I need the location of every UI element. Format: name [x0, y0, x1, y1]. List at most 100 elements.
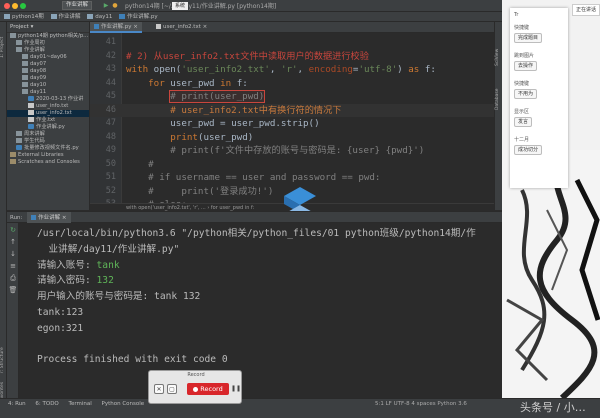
tree-item[interactable]: user_info.txt [7, 103, 89, 110]
recorder-window-icon[interactable]: ▢ [167, 384, 177, 394]
breadcrumb-item[interactable]: python14期 [4, 12, 44, 22]
record-button[interactable]: Record [187, 383, 229, 395]
code-text: user_pwd = user_pwd.strip() [170, 118, 320, 129]
tree-root[interactable]: python14期 python相关/p... [7, 33, 89, 40]
terminal-tool-window-button[interactable]: Terminal [69, 399, 92, 409]
code-line: 47 user_pwd = user_pwd.strip() [90, 117, 502, 131]
tree-item-label: 作业讲解.py [36, 124, 65, 130]
popup-action-button[interactable]: 完成题目 [514, 33, 543, 43]
console-line: /usr/local/bin/python3.6 "/python相关/pyth… [37, 228, 476, 239]
folder-icon [16, 47, 22, 52]
maximize-window-icon[interactable] [20, 3, 26, 9]
minimize-window-icon[interactable] [12, 3, 18, 9]
tree-item[interactable]: 作业.txt [7, 117, 89, 124]
left-tool-strip: 1: Project 7: Structure 2: Favorites [0, 22, 7, 408]
tree-item[interactable]: External Libraries [7, 152, 89, 159]
folder-icon [4, 14, 10, 19]
todo-tool-window-button[interactable]: 6: TODO [35, 399, 58, 409]
line-number: 48 [105, 131, 116, 142]
tree-item[interactable]: day07 [7, 61, 89, 68]
console-lines: /usr/local/bin/python3.6 "/python相关/pyth… [37, 226, 502, 368]
folder-icon [16, 131, 22, 136]
run-configuration-select[interactable]: 作业讲解 [62, 1, 93, 10]
tree-item[interactable]: 作业讲解 [7, 47, 89, 54]
code-line: 50 # [90, 158, 502, 172]
code-line: 43 with open('user_info2.txt', 'r', encod… [90, 63, 502, 77]
code-line: 45 # print(user_pwd) [90, 90, 502, 104]
popup-section-label: 快捷键 [514, 81, 530, 87]
tree-item[interactable]: 周末讲解 [7, 131, 89, 138]
breadcrumb-item[interactable]: 作业讲解 [50, 12, 81, 22]
soft-wrap-icon[interactable]: ≡ [8, 261, 18, 271]
text-file-icon [28, 110, 34, 115]
python-file-icon [119, 14, 126, 19]
debug-icon[interactable]: ● [111, 2, 119, 10]
tree-item[interactable]: day11 [7, 89, 89, 96]
project-panel-header[interactable]: Project ▾ [7, 22, 89, 33]
run-icon[interactable]: ▶ [102, 2, 110, 10]
structure-tool-window-button[interactable]: 7: Structure [0, 344, 7, 374]
run-console-output[interactable]: /usr/local/bin/python3.6 "/python相关/pyth… [19, 223, 502, 398]
tree-item-label: 学生代码 [24, 138, 45, 144]
project-tool-window-button[interactable]: 1: Project [0, 28, 7, 58]
scroll-down-icon[interactable]: ↓ [8, 249, 18, 259]
project-tree: 作业周初 作业讲解 day01~day06 day07 day08 day09 day10 d… [7, 40, 89, 166]
tree-item[interactable]: day01~day06 [7, 54, 89, 61]
tree-item[interactable]: user_info2.txt [7, 110, 89, 117]
code-text: # print(f'文件中存放的账号与密码是: {user} {pwd}') [170, 145, 425, 156]
popup-action-button[interactable]: 不用为 [514, 89, 538, 99]
window-badge: 系统 [172, 2, 189, 10]
text-file-icon [28, 103, 34, 108]
tree-item-label: 批量修改视频文件名.py [24, 145, 79, 151]
code-text: # if username == user and password == pw… [148, 172, 381, 183]
recorder-region-icon[interactable]: ✕ [154, 384, 164, 394]
breadcrumb-item[interactable]: day11 [87, 12, 112, 22]
screen-recorder-widget: Record ✕ ▢ Record ❚❚ [148, 370, 242, 404]
popup-section-label: 十二月 [514, 137, 530, 143]
library-icon [10, 152, 16, 157]
rerun-icon[interactable]: ↻ [8, 225, 18, 235]
library-icon [10, 159, 16, 164]
tree-item[interactable]: day10 [7, 82, 89, 89]
print-icon[interactable]: ⎙ [8, 273, 18, 283]
folder-icon [22, 82, 28, 87]
pause-icon[interactable]: ❚❚ [231, 384, 241, 394]
tree-item[interactable]: 批量修改视频文件名.py [7, 145, 89, 152]
tree-item[interactable]: 作业周初 [7, 40, 89, 47]
popup-section-label: 跳到图片 [514, 53, 535, 59]
popup-action-button[interactable]: 发言 [514, 117, 533, 127]
run-toolbar: ↻ ↑ ↓ ≡ ⎙ 🗑 [7, 223, 19, 398]
python-file-icon [28, 124, 34, 129]
tab-user-info2-txt[interactable]: user_info2.txt × [152, 22, 211, 33]
run-tool-window-button[interactable]: 4: Run [8, 399, 26, 409]
tree-item[interactable]: 2020-03-13 作业讲 [7, 96, 89, 103]
code-editor[interactable]: 41 42 # 2) 从user_info2.txt文件中读取用户的数据进行校验 43… [90, 33, 502, 203]
python-file-icon [94, 24, 99, 29]
popup-action-button[interactable]: 成功切分 [514, 145, 543, 155]
text-file-icon [28, 117, 34, 122]
tree-item[interactable]: Scratches and Consoles [7, 159, 89, 166]
code-text: # 2) 从user_info2.txt文件中读取用户的数据进行校验 [126, 50, 369, 62]
console-line: 请输入密码: 132 [37, 275, 114, 287]
tree-item-label: 作业讲解 [24, 47, 45, 53]
tree-item[interactable]: 学生代码 [7, 138, 89, 145]
tree-item[interactable]: 作业讲解.py [7, 124, 89, 131]
close-window-icon[interactable] [4, 3, 10, 9]
breadcrumb-item[interactable]: 作业讲解.py [119, 12, 158, 22]
line-number: 50 [105, 158, 116, 169]
tree-item[interactable]: day08 [7, 68, 89, 75]
popup-action-button[interactable]: 去操作 [514, 61, 538, 71]
tree-item-label: 作业周初 [24, 40, 45, 46]
trash-icon[interactable]: 🗑 [8, 285, 18, 295]
python-console-tool-window-button[interactable]: Python Console [102, 399, 145, 409]
python-file-icon [16, 145, 22, 150]
code-text: # user_info2.txt中有换行符的情况下 [170, 104, 342, 116]
tree-item-label: day01~day06 [30, 54, 67, 60]
run-tab[interactable]: 作业讲解 × [27, 212, 71, 223]
right-side-panel: Tr 快捷键 完成题目 跳到图片 去操作 快捷键 不用为 显示区 发言 十二月 成功切分 正在讲话 [502, 0, 600, 398]
tool-window-bar: 4: Run 6: TODO Terminal Python Console [0, 399, 600, 409]
tree-item[interactable]: day09 [7, 75, 89, 82]
tab-main-py[interactable]: 作业讲解.py × [90, 22, 142, 33]
scroll-up-icon[interactable]: ↑ [8, 237, 18, 247]
line-number: 46 [105, 104, 116, 115]
